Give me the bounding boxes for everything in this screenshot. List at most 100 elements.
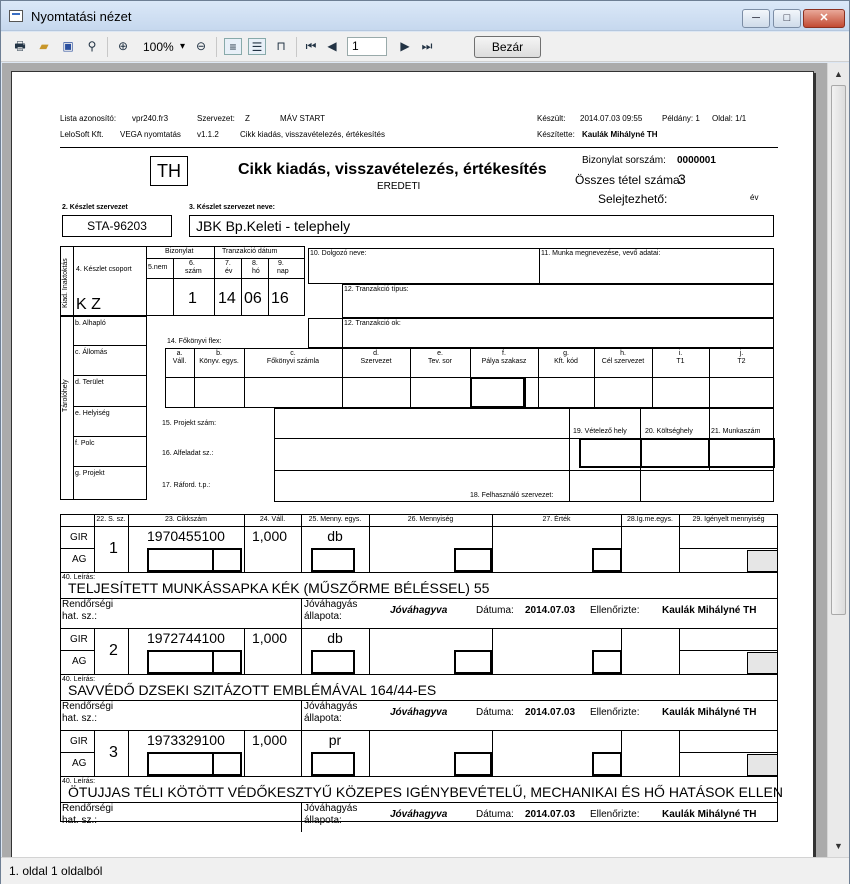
jov-label: Jóváhagyás [304,599,358,610]
page-number-input[interactable]: 1 [347,37,387,56]
jov-label: Jóváhagyás [304,803,358,814]
previous-page-icon[interactable]: ◀ [323,38,341,55]
flex-col-label: Pálya szakasz [481,358,527,365]
bizonylat-hdr: Bizonylat [165,248,194,255]
keszitette-value: Kaulák Mihályné TH [582,130,658,139]
item-date: 2014.07.03 [525,605,576,616]
ag-label: AG [72,758,87,769]
item-checker: Kaulák Mihályné TH [662,605,757,616]
k3-value: JBK Bp.Keleti - telephely [189,215,774,237]
projekt-szam-label: 15. Projekt szám: [162,420,217,427]
close-button[interactable]: Bezár [474,36,541,58]
egys-box [311,650,355,674]
flex-col-letter: a. [176,350,183,357]
zoom-in-icon[interactable]: ⊕ [114,38,132,55]
flex-col-divider [244,348,245,408]
scroll-up-icon[interactable]: ▲ [831,66,846,82]
ho-value: 06 [244,290,262,307]
item-number: 2 [109,642,118,659]
shaded-cell [747,652,778,674]
d7: 7. [225,260,231,267]
lista-value: vpr240.fr3 [132,114,169,123]
close-window-button[interactable]: ✕ [803,9,845,28]
shaded-cell [747,550,778,572]
jov-label2: állapota: [304,815,342,826]
jov-value: Jóváhagyva [390,707,448,718]
raford-label: 17. Ráford. t.p.: [162,482,211,489]
doc-title: Cikk kiadás, visszavételezés, értékesíté… [238,161,547,178]
alfeladat-label: 16. Alfeladat sz.: [162,450,214,457]
flex-col-label: T2 [737,358,746,365]
snem-label: 5.nem [148,264,168,271]
ag-label: AG [72,656,87,667]
flex-col-label: Könyv. egys. [199,358,239,365]
save-icon[interactable]: ▣ [59,38,77,55]
terulet-label: d. Terület [75,379,104,386]
last-page-icon[interactable]: ⏭ [418,38,436,55]
gir-label: GIR [70,634,88,645]
ev-value: 14 [218,290,236,307]
print-icon[interactable]: 🖶 [11,38,29,55]
flex-col-label: T1 [676,358,685,365]
item-number: 3 [109,744,118,761]
maximize-button[interactable]: □ [773,9,801,28]
keszitette-label: Készítette: [537,130,575,139]
palya-divider [525,377,526,408]
item-date: 2014.07.03 [525,809,576,820]
jov-label2: állapota: [304,611,342,622]
item-cikkszam: 1972744100 [147,630,225,646]
first-page-icon[interactable]: ⏮ [302,38,320,55]
flex-col-divider [709,348,710,408]
find-icon[interactable]: ⚲ [83,38,101,55]
flex-col-divider [342,348,343,408]
ertek-box [592,650,622,674]
szervezet-label: Szervezet: [197,114,235,123]
bizonylat-num: 1 [188,290,197,307]
item-col-header: 27. Érték [542,516,571,523]
page-width-icon[interactable]: ☰ [248,38,266,55]
item-checker: Kaulák Mihályné TH [662,809,757,820]
next-page-icon[interactable]: ▶ [396,38,414,55]
vetelezo-label: 19. Vételező hely [573,428,627,435]
scroll-down-icon[interactable]: ▼ [831,838,846,854]
munkaszam-label: 21. Munkaszám [711,428,761,435]
osszes-value: 3 [678,171,686,187]
book-icon[interactable]: ⊓ [272,38,290,55]
item-egys: pr [328,732,342,748]
d9: 9. [278,260,284,267]
zoom-out-icon[interactable]: ⊖ [192,38,210,55]
d9b: nap [277,268,289,275]
minimize-button[interactable]: ─ [742,9,770,28]
item-col-header: 23. Cikkszám [164,516,207,523]
flex-col-label: Kft. kód [554,358,578,365]
szam6b: szám [185,268,202,275]
jov-label2: állapota: [304,713,342,724]
item-col-header: 28.Ig.me.egys. [627,516,673,523]
mennyiseg-box [454,650,492,674]
ertek-box [592,548,622,572]
scroll-thumb[interactable] [831,85,846,615]
single-page-icon[interactable]: ≡ [224,38,242,55]
d8: 8. [252,260,258,267]
flex-col-label: Főkönyvi számla [266,358,320,365]
print-preview-window: Nyomtatási nézet ─ □ ✕ 🖶 ▰ ▣ ⚲ ⊕ 100% ⊖ … [0,0,850,884]
keszult-label: Készült: [537,114,566,123]
datuma-label: Dátuma: [476,707,514,718]
lista-label: Lista azonosító: [60,114,117,123]
window-title: Nyomtatási nézet [31,9,132,24]
osszes-label: Összes tétel száma: [575,173,684,187]
cikk-box [147,650,242,674]
cikk-box [147,752,242,776]
ellenorizte-label: Ellenőrizte: [590,707,640,718]
nap-value: 16 [271,290,289,307]
status-bar: 1. oldal 1 oldalból [1,857,849,884]
flex-col-letter: j. [739,350,744,357]
zoom-select[interactable]: 100% [138,37,188,57]
vertical-scrollbar[interactable]: ▲ ▼ [827,63,849,857]
ertek-box [592,752,622,776]
open-folder-icon[interactable]: ▰ [35,38,53,55]
status-text: 1. oldal 1 oldalból [9,864,103,878]
ag-label: AG [72,554,87,565]
csoport-label: 4. Készlet csoport [76,266,132,273]
hat-label: hat. sz.: [62,611,98,622]
